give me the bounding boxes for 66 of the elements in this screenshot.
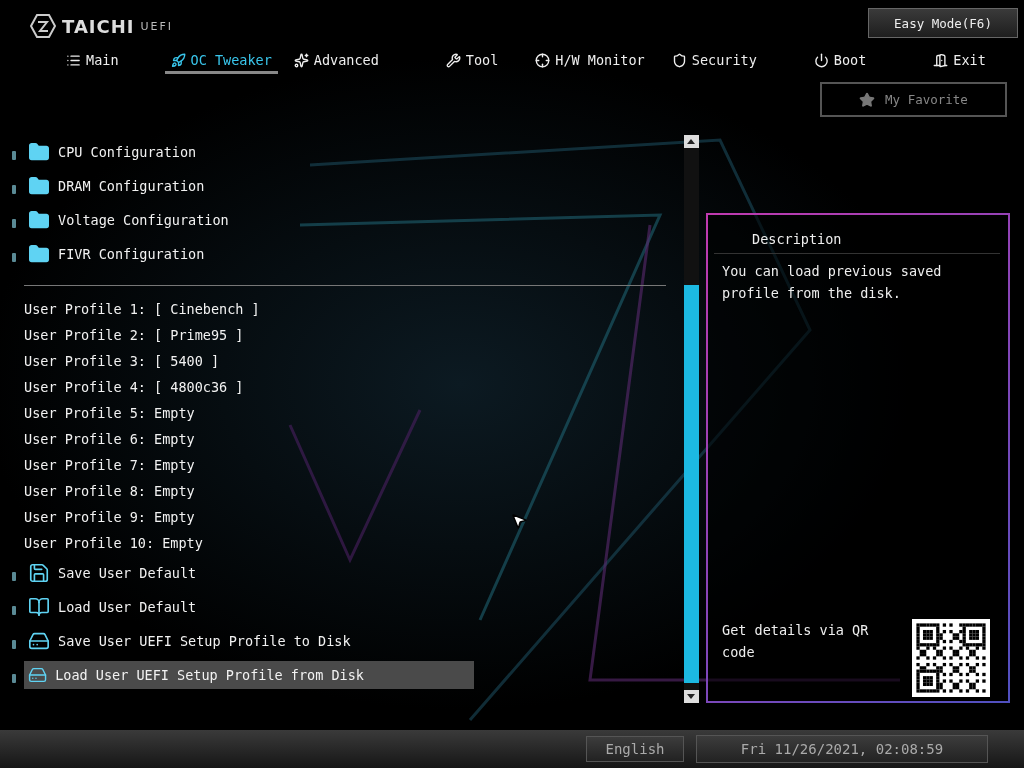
book-icon — [28, 596, 50, 618]
profile-item[interactable]: User Profile 6: Empty — [24, 431, 195, 447]
menu-item[interactable]: Load User Default — [24, 593, 307, 621]
my-favorite-button[interactable]: My Favorite — [820, 82, 1007, 117]
menu-item[interactable]: DRAM Configuration — [24, 172, 315, 200]
rocket-icon — [170, 52, 186, 68]
folder-icon — [28, 141, 50, 163]
profile-item[interactable]: User Profile 7: Empty — [24, 457, 195, 473]
profile-item[interactable]: User Profile 9: Empty — [24, 509, 195, 525]
menu-item[interactable]: CPU Configuration — [24, 138, 307, 166]
profile-item[interactable]: User Profile 8: Empty — [24, 483, 195, 499]
nav-tab[interactable]: Advanced — [287, 48, 385, 74]
marker-icon — [12, 639, 16, 649]
tools-icon — [445, 52, 461, 68]
nav-tab[interactable]: Main — [60, 48, 125, 74]
star-icon — [859, 91, 876, 108]
nav-tab[interactable]: Tool — [439, 48, 505, 74]
brand-logo-text: TAICHI — [62, 15, 135, 37]
qr-hint-text: Get details via QR code — [722, 621, 870, 662]
language-button[interactable]: English — [586, 736, 684, 762]
description-text: You can load previous saved profile from the disk. — [721, 262, 943, 303]
profile-item[interactable]: User Profile 1: [ Cinebench ] — [24, 301, 260, 317]
power-icon — [813, 52, 829, 68]
marker-icon — [12, 218, 16, 228]
drive-icon — [28, 630, 50, 652]
profile-item[interactable]: User Profile 5: Empty — [24, 405, 195, 421]
folder-icon — [28, 209, 50, 231]
menu-item[interactable]: Load User UEFI Setup Profile from Disk — [24, 661, 474, 689]
logo-icon — [30, 14, 56, 38]
uefi-label: UEFI — [140, 19, 174, 33]
folder-icon — [28, 243, 50, 265]
profile-item[interactable]: User Profile 4: [ 4800c36 ] — [24, 379, 244, 395]
door-icon — [933, 52, 949, 68]
marker-icon — [12, 605, 16, 615]
down-arrow-icon — [687, 694, 695, 699]
profile-item[interactable]: User Profile 10: Empty — [24, 535, 203, 551]
scrollbar[interactable] — [683, 135, 699, 703]
crosshair-icon — [535, 52, 551, 68]
marker-icon — [12, 252, 16, 262]
date-time: Fri 11/26/2021, 02:08:59 — [696, 735, 988, 763]
nav-tab[interactable]: Boot — [807, 48, 873, 74]
scroll-up-button[interactable] — [683, 135, 699, 148]
shield-icon — [671, 52, 687, 68]
profile-item[interactable]: User Profile 3: [ 5400 ] — [24, 353, 220, 369]
menu-item[interactable]: Save User Default — [24, 559, 307, 587]
scroll-thumb[interactable] — [683, 285, 699, 683]
menu-item[interactable]: Save User UEFI Setup Profile to Disk — [24, 627, 461, 655]
easy-mode-button[interactable]: Easy Mode(F6) — [868, 8, 1018, 38]
nav-tab[interactable]: Security — [665, 48, 763, 74]
panel-title: Description — [714, 215, 1000, 254]
marker-icon — [12, 673, 16, 683]
list-icon — [66, 52, 81, 68]
profile-item[interactable]: User Profile 2: [ Prime95 ] — [24, 327, 244, 343]
star-icon — [293, 52, 309, 68]
nav-tab[interactable]: OC Tweaker — [164, 48, 278, 74]
scroll-down-button[interactable] — [683, 690, 699, 703]
marker-icon — [12, 184, 16, 194]
folder-icon — [28, 175, 50, 197]
nav-tab[interactable]: H/W Monitor — [529, 48, 651, 74]
marker-icon — [12, 571, 16, 581]
up-arrow-icon — [687, 139, 695, 144]
marker-icon — [12, 150, 16, 160]
menu-item[interactable]: Voltage Configuration — [24, 206, 339, 234]
menu-item[interactable]: FIVR Configuration — [24, 240, 315, 268]
nav-tab[interactable]: Exit — [927, 48, 992, 74]
mouse-pointer-icon — [510, 512, 528, 530]
